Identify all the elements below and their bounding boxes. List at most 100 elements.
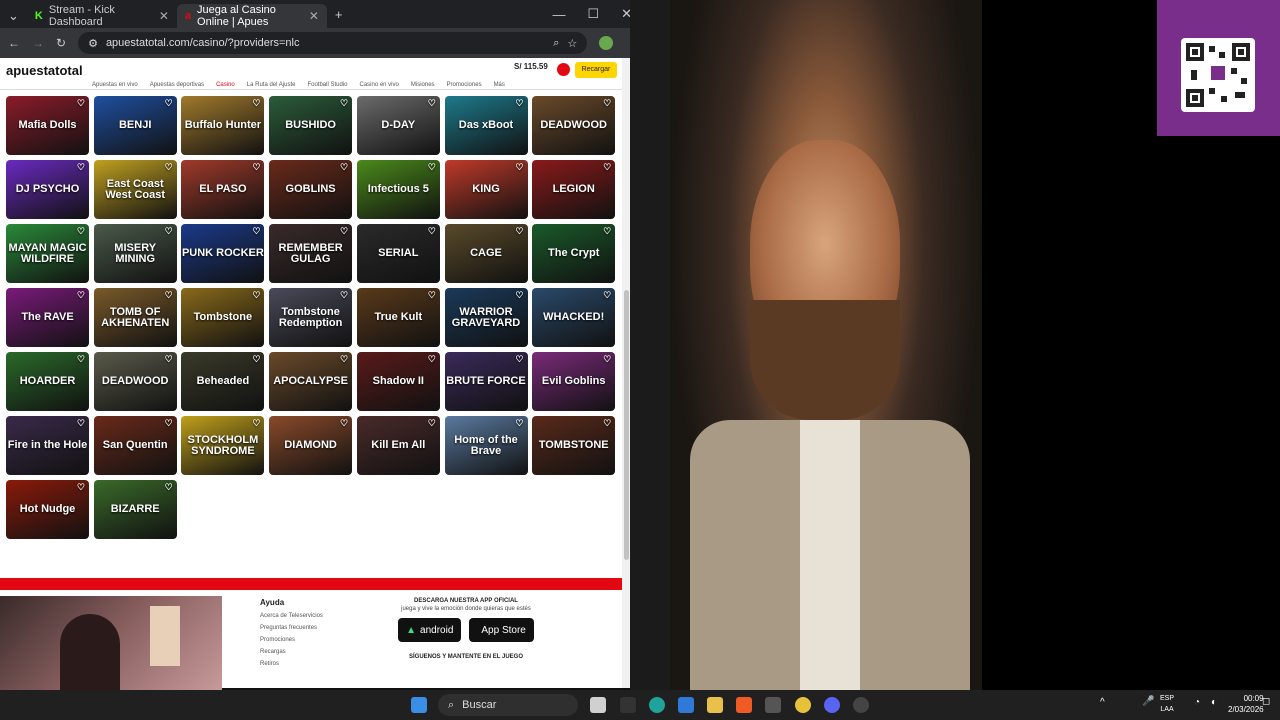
nav-item[interactable]: La Ruta del Ajuste [247,82,296,88]
favorite-heart-icon[interactable]: ♡ [252,355,260,364]
nav-item[interactable]: Football Studio [307,82,347,88]
help-link[interactable]: Recargas [260,649,323,655]
nav-item[interactable]: Apuestas deportivas [150,82,204,88]
edge-icon[interactable] [649,697,665,713]
game-tile[interactable]: TOMBSTONE ♡ [532,416,616,475]
game-tile[interactable]: San Quentin ♡ [93,416,177,475]
obs-icon[interactable] [853,697,869,713]
game-tile[interactable]: True Kult ♡ [356,288,440,347]
nav-item[interactable]: Más [494,82,505,88]
mic-icon[interactable]: 🎤 [1142,696,1154,707]
favorite-heart-icon[interactable]: ♡ [428,355,436,364]
taskbar-search[interactable]: ⌕ Buscar [438,694,578,716]
favorite-heart-icon[interactable]: ♡ [77,99,85,108]
nav-item[interactable]: Promociones [447,82,482,88]
favorite-heart-icon[interactable]: ♡ [428,163,436,172]
game-tile[interactable]: BIZARRE ♡ [93,480,177,539]
favorite-heart-icon[interactable]: ♡ [77,163,85,172]
clock[interactable]: 00:09 2/03/2026 [1228,693,1264,715]
game-tile[interactable]: WARRIOR GRAVEYARD ♡ [444,288,528,347]
game-tile[interactable]: Tombstone Redemption ♡ [269,288,353,347]
site-info-icon[interactable]: ⚙ [88,37,98,50]
epic-icon[interactable] [620,697,636,713]
favorite-heart-icon[interactable]: ♡ [252,163,260,172]
game-tile[interactable]: The RAVE ♡ [6,288,89,347]
game-tile[interactable]: PUNK ROCKER ♡ [181,224,265,283]
chrome-icon[interactable] [795,697,811,713]
store-icon[interactable] [678,697,694,713]
game-tile[interactable]: WHACKED! ♡ [532,288,616,347]
favorite-heart-icon[interactable]: ♡ [77,291,85,300]
forward-icon[interactable]: → [32,36,44,50]
favorite-heart-icon[interactable]: ♡ [428,291,436,300]
favorite-heart-icon[interactable]: ♡ [428,99,436,108]
favorite-heart-icon[interactable]: ♡ [340,99,348,108]
tab-search-icon[interactable]: ⌄ [8,8,19,24]
favorite-heart-icon[interactable]: ♡ [165,355,173,364]
recharge-button[interactable]: Recargar [575,62,617,78]
game-tile[interactable]: EL PASO ♡ [181,160,265,219]
help-link[interactable]: Promociones [260,637,323,643]
close-icon[interactable]: ✕ [159,9,169,23]
favorite-heart-icon[interactable]: ♡ [515,227,523,236]
favorite-heart-icon[interactable]: ♡ [165,227,173,236]
new-tab-button[interactable]: + [335,7,343,22]
game-tile[interactable]: GOBLINS ♡ [269,160,353,219]
game-tile[interactable]: CAGE ♡ [444,224,528,283]
favorite-heart-icon[interactable]: ♡ [165,483,173,492]
favorite-heart-icon[interactable]: ♡ [77,355,85,364]
maximize-button[interactable]: ☐ [587,6,599,22]
favorite-heart-icon[interactable]: ♡ [340,355,348,364]
favorite-heart-icon[interactable]: ♡ [77,419,85,428]
game-tile[interactable]: Kill Em All ♡ [356,416,440,475]
help-link[interactable]: Preguntas frecuentes [260,625,323,631]
favorite-heart-icon[interactable]: ♡ [515,355,523,364]
address-bar[interactable]: ⚙ apuestatotal.com/casino/?providers=nlc… [78,32,588,54]
favorite-heart-icon[interactable]: ♡ [340,227,348,236]
game-tile[interactable]: HOARDER ♡ [6,352,89,411]
zoom-icon[interactable]: ⌕ [553,37,559,50]
game-tile[interactable]: REMEMBER GULAG ♡ [269,224,353,283]
favorite-heart-icon[interactable]: ♡ [77,227,85,236]
back-icon[interactable]: ← [8,36,20,50]
brave-icon[interactable] [736,697,752,713]
favorite-heart-icon[interactable]: ♡ [252,99,260,108]
close-icon[interactable]: ✕ [309,9,319,23]
favorite-heart-icon[interactable]: ♡ [252,227,260,236]
calculator-icon[interactable] [765,697,781,713]
game-tile[interactable]: DEADWOOD ♡ [93,352,177,411]
game-tile[interactable]: STOCKHOLM SYNDROME ♡ [181,416,265,475]
start-icon[interactable] [411,697,427,713]
tab-kick[interactable]: K Stream - Kick Dashboard ✕ [27,4,177,28]
nav-item[interactable]: Casino en vivo [360,82,399,88]
nav-item[interactable]: Apuestas en vivo [92,82,138,88]
favorite-heart-icon[interactable]: ♡ [165,163,173,172]
site-logo[interactable]: apuestatotal [6,63,83,78]
favorite-heart-icon[interactable]: ♡ [252,291,260,300]
favorite-heart-icon[interactable]: ♡ [515,419,523,428]
game-tile[interactable]: KING ♡ [444,160,528,219]
game-tile[interactable]: Beheaded ♡ [181,352,265,411]
nav-item[interactable]: Misiones [411,82,435,88]
game-tile[interactable]: East Coast West Coast ♡ [93,160,177,219]
favorite-heart-icon[interactable]: ♡ [340,163,348,172]
game-tile[interactable]: LEGION ♡ [532,160,616,219]
file-explorer-icon[interactable] [590,697,606,713]
nav-item[interactable]: Casino [216,82,235,88]
game-tile[interactable]: Infectious 5 ♡ [356,160,440,219]
help-link[interactable]: Retiros [260,661,323,667]
favorite-heart-icon[interactable]: ♡ [77,483,85,492]
help-link[interactable]: Acerca de Teleservicios [260,613,323,619]
game-tile[interactable]: DIAMOND ♡ [269,416,353,475]
game-tile[interactable]: Das xBoot ♡ [444,96,528,155]
game-tile[interactable]: BUSHIDO ♡ [269,96,353,155]
favorite-heart-icon[interactable]: ♡ [340,291,348,300]
game-tile[interactable]: Fire in the Hole ♡ [6,416,89,475]
discord-icon[interactable] [824,697,840,713]
tray-chevron-icon[interactable]: ^ [1100,697,1105,708]
favorite-heart-icon[interactable]: ♡ [515,99,523,108]
appstore-button[interactable]: App Store [469,618,534,642]
game-tile[interactable]: MISERY MINING ♡ [93,224,177,283]
reload-icon[interactable]: ↻ [56,36,66,50]
android-button[interactable]: ▲ android [398,618,462,642]
